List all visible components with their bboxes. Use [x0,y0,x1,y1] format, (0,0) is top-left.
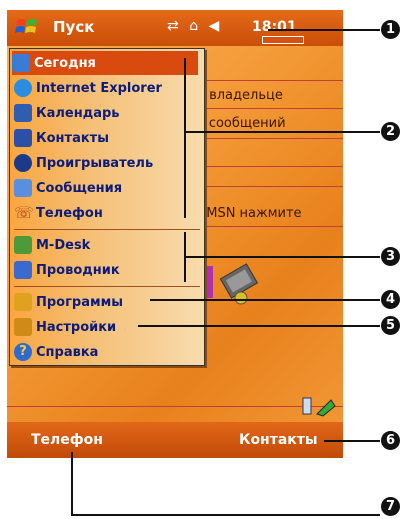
menu-item-calendar[interactable]: Календарь [14,101,120,125]
softkey-bar: Телефон Контакты [7,422,343,458]
start-button[interactable]: Пуск [53,18,94,36]
windows-logo-icon[interactable] [15,16,39,38]
menu-item-internet-explorer[interactable]: Internet Explorer [14,76,162,100]
callout-number-4: 4 [381,290,400,309]
connectivity-icon[interactable]: ⇄ [167,18,179,34]
callout-line-7 [71,514,380,516]
softkey-left-phone[interactable]: Телефон [31,432,103,448]
menu-separator [14,229,200,230]
calendar-icon [14,104,32,122]
today-owner-text[interactable]: о владельце [197,88,283,103]
callout-number-2: 2 [381,122,400,141]
callout-line-4 [150,299,380,301]
callout-bracket-7 [71,452,73,516]
callout-bracket-2 [184,58,186,218]
ie-icon [14,79,32,97]
battery-indicator[interactable] [262,36,304,44]
menu-item-label: Календарь [36,105,120,121]
settings-folder-icon [14,318,32,336]
app-chip-icon[interactable] [203,258,263,310]
menu-separator [14,286,200,287]
m-desk-icon [14,236,32,254]
taskbar: Пуск ⇄ ⌂ ◀ 18:01 [7,10,343,46]
softkey-right-contacts[interactable]: Контакты [239,432,318,448]
menu-item-label: Программы [36,294,123,310]
callout-number-1: 1 [381,20,400,39]
today-divider [197,80,343,81]
menu-item-label: Internet Explorer [36,80,162,96]
today-divider [197,226,343,227]
menu-item-label: M-Desk [36,237,91,253]
today-divider [7,406,343,407]
callout-number-5: 5 [381,316,400,335]
menu-item-label: Контакты [36,130,109,146]
menu-item-messages[interactable]: Сообщения [14,176,122,200]
callout-number-3: 3 [381,247,400,266]
tray-icons: ⇄ ⌂ ◀ [167,18,225,34]
menu-item-contacts[interactable]: Контакты [14,126,109,150]
help-icon: ? [14,343,32,361]
today-messages-text[interactable]: х сообщений [197,116,286,131]
programs-folder-icon [14,293,32,311]
explorer-icon [14,261,32,279]
start-menu: Сегодня Internet Explorer Календарь Конт… [9,48,205,366]
menu-item-media-player[interactable]: Проигрыватель [14,151,153,175]
callout-line-3 [184,256,380,258]
media-player-icon [14,154,32,172]
menu-item-programs[interactable]: Программы [14,290,123,314]
menu-item-today[interactable]: Сегодня [12,51,198,75]
today-divider [197,108,343,109]
menu-item-label: Проводник [36,262,120,278]
device-screen: о владельце х сообщений t MSN нажмите Пу… [7,10,343,458]
callout-line-6 [324,440,380,442]
menu-item-label: Настройки [36,319,117,335]
menu-item-m-desk[interactable]: M-Desk [14,233,90,257]
menu-item-help[interactable]: ? Справка [14,340,98,364]
menu-item-label: Телефон [36,205,103,221]
menu-item-phone[interactable]: ☏ Телефон [14,201,103,225]
menu-item-label: Справка [36,344,99,360]
today-msn-text[interactable]: t MSN нажмите [197,206,302,221]
contacts-icon [14,129,32,147]
messages-icon [14,179,32,197]
clock[interactable]: 18:01 [252,19,297,35]
menu-item-settings[interactable]: Настройки [14,315,116,339]
device-status-icon[interactable] [301,396,337,418]
menu-item-label: Сегодня [34,55,96,71]
phone-icon: ☏ [14,203,35,222]
volume-icon[interactable]: ◀ [209,18,220,34]
menu-item-label: Проигрыватель [36,155,154,171]
today-divider [197,138,343,139]
today-divider [197,166,343,167]
today-divider [197,186,343,187]
today-icon [12,54,30,72]
menu-item-explorer[interactable]: Проводник [14,258,120,282]
menu-item-label: Сообщения [36,180,123,196]
callout-line-5 [138,325,380,327]
callout-number-7: 7 [381,497,400,516]
callout-line-2 [184,131,380,133]
callout-line-1 [268,29,380,31]
callout-number-6: 6 [381,431,400,450]
signal-off-icon[interactable]: ⌂ [189,18,198,34]
